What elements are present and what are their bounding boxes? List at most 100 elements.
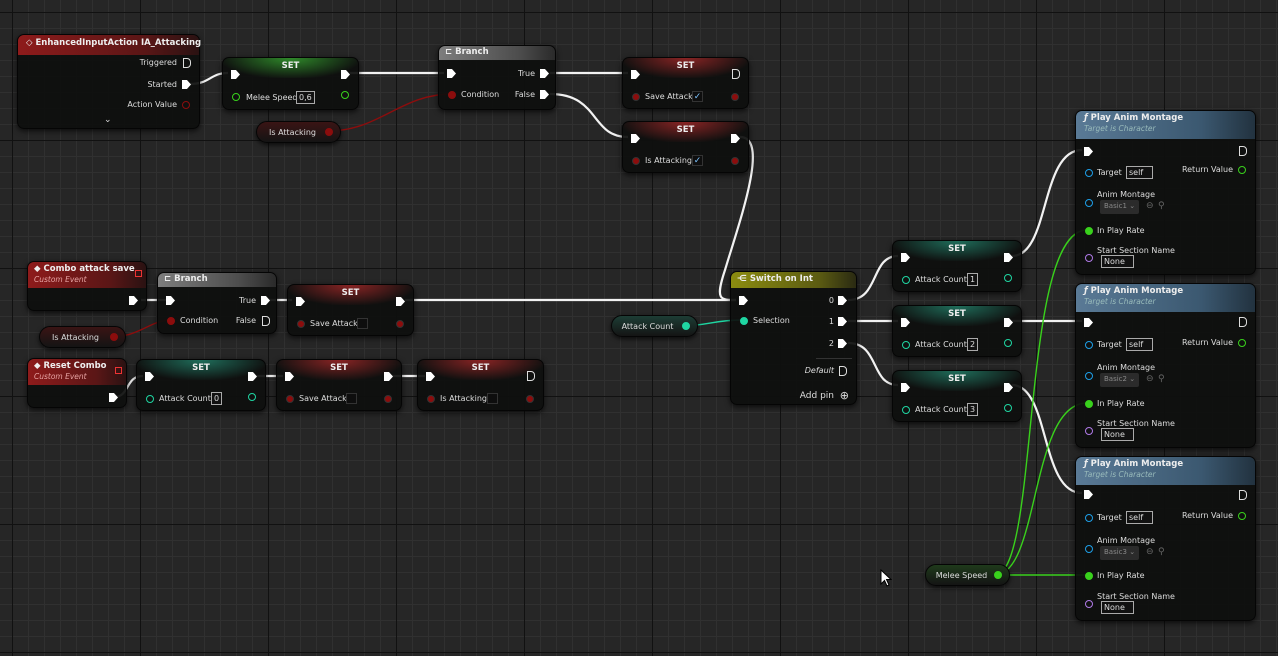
get-melee-speed-node[interactable]: Melee Speed [925,564,1010,586]
exec-in-pin[interactable] [447,69,456,78]
exec-out-pin-true[interactable] [261,296,270,305]
clear-icon[interactable]: ⊖ [1146,201,1154,211]
start-section-name-input[interactable]: None [1101,255,1134,268]
return-value-pin[interactable] [1238,166,1246,174]
attack-count-out-pin[interactable] [1004,274,1012,282]
delegate-pin[interactable] [115,367,122,374]
condition-pin[interactable] [167,317,175,325]
is-attacking-in-pin[interactable] [427,395,435,403]
attack-count-in-pin[interactable] [146,395,154,403]
set-attack-count-node[interactable]: SET Attack Count 2 [892,305,1022,357]
set-save-attack-node[interactable]: SET Save Attack ✓ [622,57,749,109]
exec-out-pin-0[interactable] [838,296,847,305]
exec-out-pin-1[interactable] [838,317,847,326]
melee-speed-in-pin[interactable] [232,93,240,101]
exec-in-pin[interactable] [1084,147,1093,156]
exec-out-pin-triggered[interactable] [183,58,191,68]
start-section-name-input[interactable]: None [1101,601,1134,614]
start-section-name-pin[interactable] [1085,254,1093,262]
exec-out-pin[interactable] [1239,490,1247,500]
is-attacking-out-pin[interactable] [526,395,534,403]
target-pin[interactable] [1085,514,1093,522]
melee-speed-out-pin[interactable] [341,91,349,99]
plus-circle-icon[interactable]: ⊕ [840,389,849,402]
set-attack-count-node[interactable]: SET Attack Count 0 [136,359,266,411]
save-attack-checkbox[interactable] [346,393,357,404]
set-save-attack-node[interactable]: SET Save Attack [287,284,414,336]
set-save-attack-node[interactable]: SET Save Attack [276,359,402,411]
blueprint-graph-canvas[interactable]: ◇ EnhancedInputAction IA_Attacking Trigg… [0,0,1278,656]
attack-count-out-pin[interactable] [248,393,256,401]
exec-out-pin[interactable] [129,296,138,305]
save-attack-checkbox[interactable]: ✓ [692,91,703,102]
selection-pin[interactable] [740,317,748,325]
browse-search-icon[interactable]: ⚲ [1158,201,1165,211]
exec-out-pin[interactable] [732,69,740,79]
save-attack-in-pin[interactable] [297,320,305,328]
save-attack-out-pin[interactable] [396,320,404,328]
save-attack-out-pin[interactable] [731,93,739,101]
attack-count-in-pin[interactable] [902,406,910,414]
save-attack-out-pin[interactable] [384,395,392,403]
attack-count-value-input[interactable]: 1 [967,273,979,286]
clear-icon[interactable]: ⊖ [1146,547,1154,557]
clear-icon[interactable]: ⊖ [1146,374,1154,384]
save-attack-checkbox[interactable] [357,318,368,329]
condition-pin[interactable] [448,91,456,99]
exec-out-pin-false[interactable] [540,90,549,99]
anim-montage-pin[interactable] [1085,545,1093,553]
anim-montage-dropdown[interactable]: Basic2 ⌄ [1100,373,1140,387]
exec-in-pin[interactable] [1084,318,1093,327]
target-pin[interactable] [1085,341,1093,349]
anim-montage-dropdown[interactable]: Basic3 ⌄ [1100,546,1140,560]
play-anim-montage-node[interactable]: ƒ Play Anim Montage Target is Character T… [1075,110,1256,275]
attack-count-in-pin[interactable] [902,276,910,284]
browse-search-icon[interactable]: ⚲ [1158,547,1165,557]
exec-out-pin[interactable] [1239,146,1247,156]
target-input[interactable]: self [1126,338,1153,351]
play-anim-montage-node[interactable]: ƒ Play Anim Montage Target is Character T… [1075,283,1256,448]
return-value-pin[interactable] [1238,512,1246,520]
exec-out-pin[interactable] [109,393,118,402]
is-attacking-in-pin[interactable] [632,157,640,165]
anim-montage-dropdown[interactable]: Basic1 ⌄ [1100,200,1140,214]
attack-count-value-input[interactable]: 0 [211,392,223,405]
is-attacking-out-pin[interactable] [110,333,118,341]
melee-speed-out-pin[interactable] [994,571,1002,579]
in-play-rate-pin[interactable] [1085,227,1093,235]
get-is-attacking-node[interactable]: Is Attacking [256,121,341,143]
target-pin[interactable] [1085,169,1093,177]
attack-count-out-pin[interactable] [1004,404,1012,412]
get-attack-count-node[interactable]: Attack Count [611,315,698,337]
melee-speed-value-input[interactable]: 0,6 [296,91,315,104]
anim-montage-pin[interactable] [1085,372,1093,380]
is-attacking-out-pin[interactable] [325,128,333,136]
attack-count-value-input[interactable]: 2 [967,338,979,351]
save-attack-in-pin[interactable] [286,395,294,403]
exec-out-pin-2[interactable] [838,339,847,348]
start-section-name-pin[interactable] [1085,600,1093,608]
exec-in-pin[interactable] [166,296,175,305]
is-attacking-checkbox[interactable] [487,393,498,404]
exec-in-pin[interactable] [739,296,748,305]
is-attacking-checkbox[interactable]: ✓ [692,155,703,166]
anim-montage-pin[interactable] [1085,199,1093,207]
is-attacking-out-pin[interactable] [731,157,739,165]
chevron-down-icon[interactable]: ⌄ [104,115,112,125]
action-value-pin[interactable] [182,101,190,109]
enhanced-input-action-event-node[interactable]: ◇ EnhancedInputAction IA_Attacking Trigg… [17,34,201,129]
return-value-pin[interactable] [1238,339,1246,347]
set-attack-count-node[interactable]: SET Attack Count 3 [892,370,1022,422]
target-input[interactable]: self [1126,511,1153,524]
exec-out-pin[interactable] [527,371,535,381]
exec-in-pin[interactable] [1084,490,1093,499]
target-input[interactable]: self [1126,166,1153,179]
in-play-rate-pin[interactable] [1085,572,1093,580]
reset-combo-event-node[interactable]: ◆ Reset Combo Custom Event [27,358,127,408]
start-section-name-pin[interactable] [1085,427,1093,435]
set-is-attacking-node[interactable]: SET Is Attacking ✓ [622,121,749,173]
exec-out-pin-default[interactable] [839,366,847,376]
delegate-pin[interactable] [135,270,142,277]
get-is-attacking-node[interactable]: Is Attacking [39,326,126,348]
exec-out-pin-false[interactable] [262,316,270,326]
